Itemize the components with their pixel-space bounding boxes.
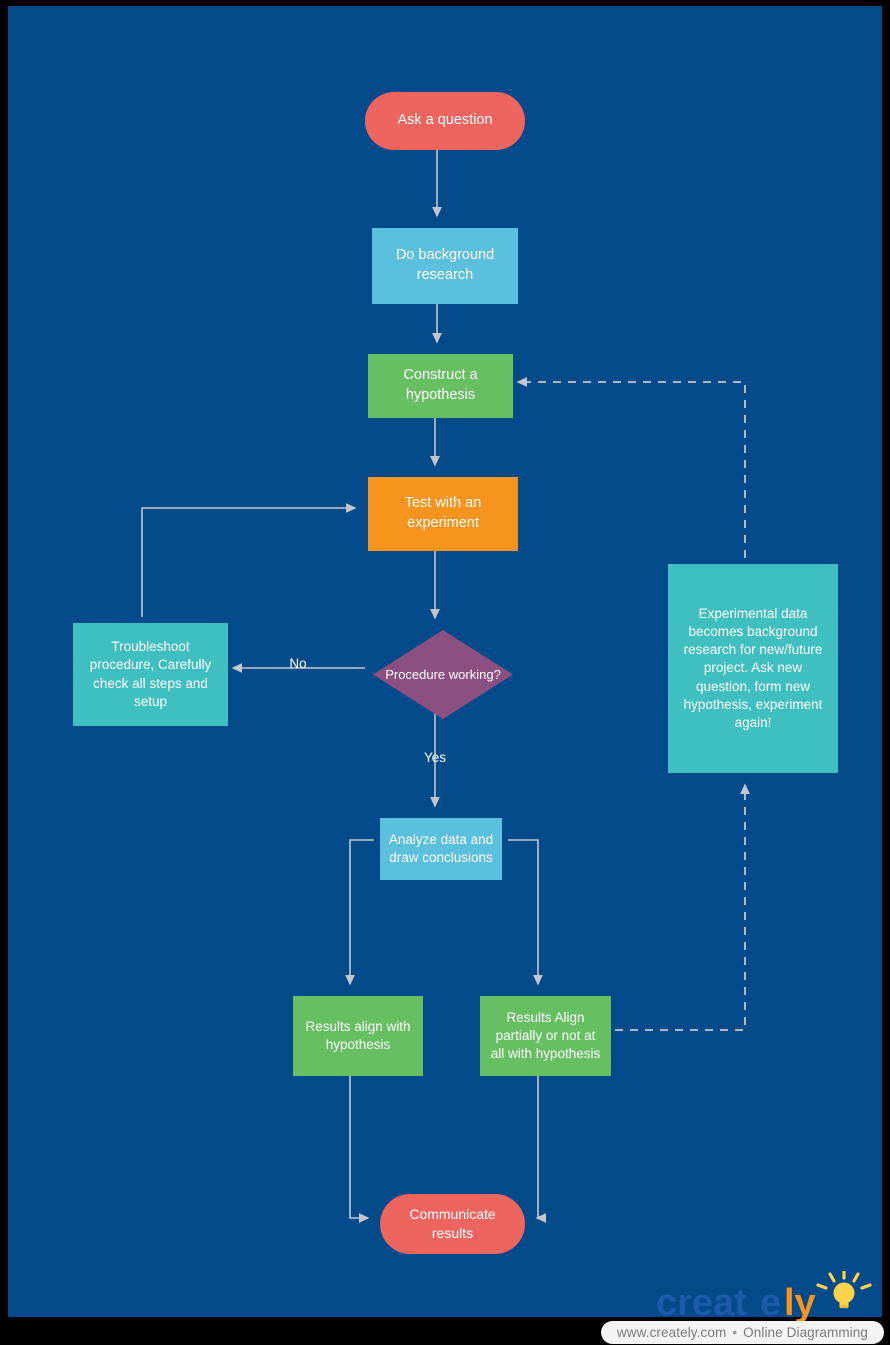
edge-results-partial-to-experimental-dashed [615, 783, 750, 1031]
node-label: Troubleshoot procedure, Carefully check … [89, 639, 212, 709]
node-test-experiment[interactable]: Test with an experiment [368, 477, 518, 551]
diagram-canvas: Ask a question Do background research Co… [8, 6, 882, 1339]
node-label: Results Align partially or not at all wi… [490, 1009, 601, 1062]
edge-label-text: No [289, 656, 307, 671]
url-text: www.creately.com [616, 1325, 727, 1340]
node-label: Procedure working? [385, 666, 501, 682]
node-label: Results align with hypothesis [305, 1018, 411, 1052]
tagline-text: Online Diagramming [743, 1325, 868, 1340]
node-troubleshoot[interactable]: Troubleshoot procedure, Carefully check … [73, 623, 228, 726]
node-procedure-working[interactable]: Procedure working? [373, 630, 513, 719]
creately-logo: creat e ly [648, 1269, 886, 1324]
node-ask-question[interactable]: Ask a question [365, 92, 525, 150]
logo-text-primary: creat [656, 1282, 747, 1323]
edge-analyze-to-results-partial [508, 839, 543, 986]
edge-analyze-to-results-align [345, 839, 374, 986]
node-communicate-results[interactable]: Communicate results [380, 1194, 525, 1254]
edge-label-text: Yes [423, 750, 447, 765]
creately-url-bar[interactable]: www.creately.com • Online Diagramming [600, 1321, 884, 1344]
node-label: Experimental data becomes background res… [683, 605, 823, 731]
node-results-align[interactable]: Results align with hypothesis [293, 996, 423, 1076]
node-label: Ask a question [397, 112, 493, 129]
node-experimental-data[interactable]: Experimental data becomes background res… [668, 564, 838, 773]
logo-text-accent: ly [784, 1282, 816, 1323]
node-label: Communicate results [409, 1206, 496, 1241]
node-construct-hypothesis[interactable]: Construct a hypothesis [368, 354, 513, 418]
edge-experimental-to-hypothesis-dashed [516, 377, 746, 558]
node-background-research[interactable]: Do background research [372, 228, 518, 304]
node-results-align-partially[interactable]: Results Align partially or not at all wi… [480, 996, 611, 1076]
edge-label-no: No [283, 656, 313, 671]
edge-label-yes: Yes [418, 750, 452, 765]
flowchart-page: Ask a question Do background research Co… [0, 0, 890, 1345]
logo-text-mid: e [760, 1282, 781, 1323]
edge-troubleshoot-to-test [141, 503, 357, 617]
node-label: Do background research [395, 247, 495, 283]
node-label: Construct a hypothesis [403, 367, 478, 403]
separator-dot: • [732, 1325, 738, 1340]
node-analyze-data[interactable]: Analyze data and draw conclusions [380, 818, 502, 880]
edge-results-align-to-communicate [349, 1070, 370, 1223]
node-label: Analyze data and draw conclusions [388, 831, 494, 865]
node-label: Test with an experiment [404, 495, 482, 531]
edge-results-partial-to-communicate [535, 1070, 546, 1223]
